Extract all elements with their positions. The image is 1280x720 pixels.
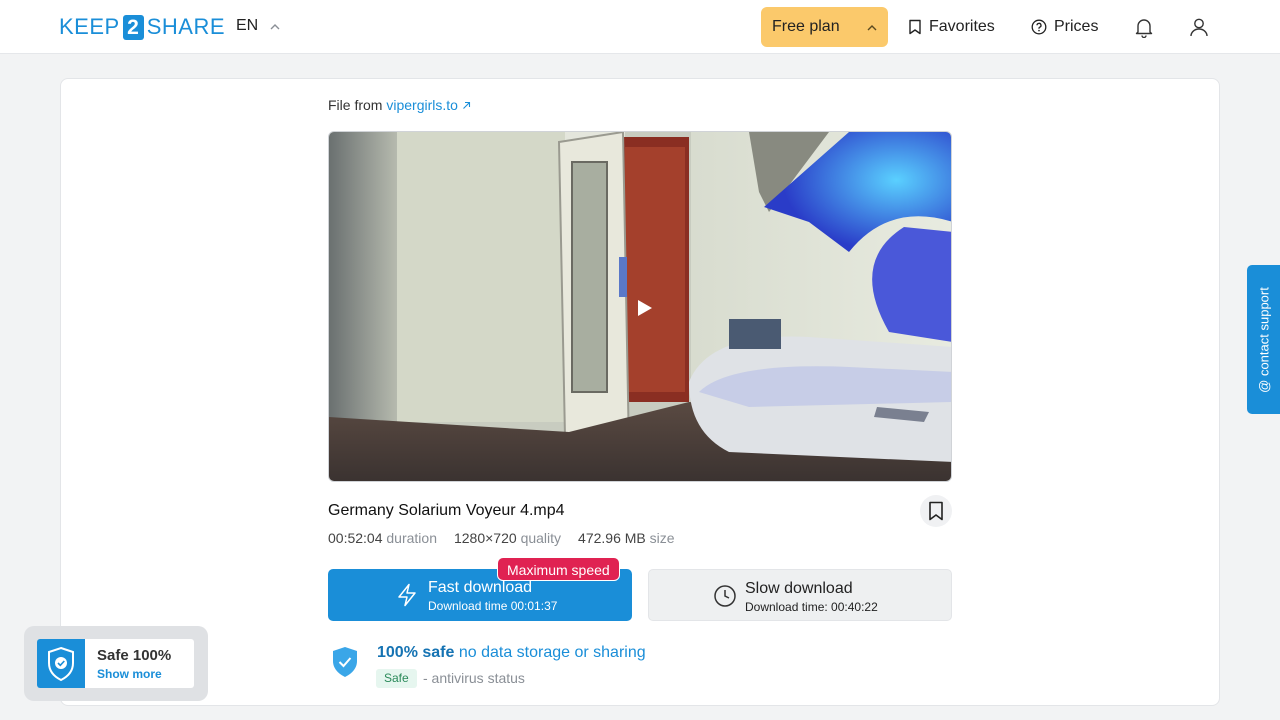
keep2share-logo[interactable]: KEEP 2 SHARE — [59, 14, 225, 40]
file-from-label: File from — [328, 97, 383, 113]
contact-support-label: @ contact support — [1256, 286, 1271, 393]
logo-text-left: KEEP — [59, 14, 120, 39]
maximum-speed-badge: Maximum speed — [497, 557, 620, 581]
file-title: Germany Solarium Voyeur 4.mp4 — [328, 502, 565, 519]
bookmark-icon — [929, 501, 943, 521]
favorites-link[interactable]: Favorites — [908, 16, 995, 38]
quality-meta: 1280×720 quality — [453, 530, 562, 546]
prices-label: Prices — [1054, 18, 1099, 35]
question-circle-icon — [1031, 19, 1047, 35]
fast-download-time: Download time 00:01:37 — [428, 599, 558, 613]
plan-label: Free plan — [772, 18, 840, 35]
add-favorite-button[interactable] — [920, 495, 952, 527]
antivirus-safe-badge: Safe — [376, 669, 417, 688]
external-link-icon — [462, 101, 470, 109]
safe-widget-title: Safe 100% — [97, 647, 172, 664]
safe-widget: Safe 100% Show more — [24, 626, 208, 701]
antivirus-status-text: - antivirus status — [423, 670, 525, 686]
shield-check-icon — [48, 646, 74, 681]
slow-download-label: Slow download — [745, 580, 853, 597]
user-icon — [1190, 18, 1208, 37]
bookmark-icon — [909, 19, 921, 35]
prices-link[interactable]: Prices — [1031, 16, 1098, 38]
source-link[interactable]: vipergirls.to — [386, 97, 470, 113]
shield-check-icon — [333, 647, 357, 677]
favorites-label: Favorites — [929, 18, 995, 35]
contact-support-tab[interactable]: @ contact support — [1247, 265, 1280, 414]
language-selector[interactable]: EN — [236, 17, 280, 35]
clock-icon — [714, 585, 736, 607]
show-more-link[interactable]: Show more — [97, 667, 162, 681]
play-icon — [638, 300, 652, 316]
video-preview[interactable] — [328, 131, 952, 482]
chevron-up-icon — [270, 23, 280, 29]
slow-download-time: Download time: 00:40:22 — [745, 600, 878, 614]
safe-widget-shield — [37, 639, 85, 688]
safe-widget-card[interactable]: Safe 100% Show more — [37, 639, 194, 688]
file-source: File from vipergirls.to — [328, 97, 471, 113]
account-button[interactable] — [1186, 14, 1212, 40]
slow-download-button[interactable]: Slow download Download time: 00:40:22 — [648, 569, 952, 621]
logo-text-right: SHARE — [146, 14, 225, 39]
top-header: KEEP 2 SHARE EN Free plan Favorites Pric… — [0, 0, 1280, 54]
chevron-up-icon — [867, 24, 877, 30]
safety-headline: 100% safe no data storage or sharing — [377, 644, 646, 661]
language-label: EN — [236, 17, 259, 34]
bell-icon — [1135, 19, 1153, 38]
logo-text-mid: 2 — [122, 14, 144, 40]
lightning-icon — [398, 583, 416, 607]
plan-button[interactable]: Free plan — [761, 7, 888, 47]
size-meta: 472.96 MB size — [578, 530, 675, 546]
file-meta: 00:52:04 duration 1280×720 quality 472.9… — [328, 530, 675, 546]
notifications-button[interactable] — [1131, 14, 1157, 40]
duration-meta: 00:52:04 duration — [328, 530, 437, 546]
